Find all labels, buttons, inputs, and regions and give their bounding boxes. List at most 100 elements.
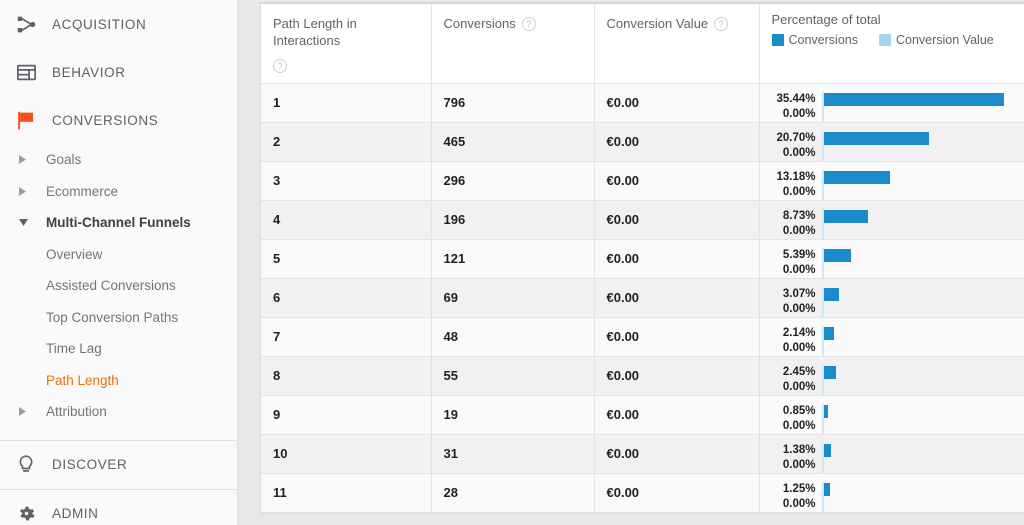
sidebar-item-time-lag[interactable]: Time Lag — [0, 333, 237, 365]
pct-conversion-value-label: 0.00% — [782, 303, 816, 315]
sidebar-item-conversions[interactable]: CONVERSIONS — [0, 96, 237, 144]
sidebar-item-label: CONVERSIONS — [52, 112, 159, 128]
sidebar-item-label: DISCOVER — [52, 457, 128, 472]
cell-percentage-of-total: 1.25% 0.00% — [759, 473, 1024, 513]
sidebar-item-ecommerce[interactable]: Ecommerce — [0, 176, 237, 208]
cell-percentage-of-total: 35.44% 0.00% — [759, 83, 1024, 123]
chevron-right-icon — [0, 407, 34, 417]
pct-conversion-value-label: 0.00% — [782, 147, 816, 159]
column-header-percentage-of-total: Percentage of total Conversions Conversi… — [759, 4, 1024, 84]
bar-chart-cell — [821, 131, 1024, 161]
table-row[interactable]: 3 296 €0.00 13.18% 0.00% — [261, 161, 1024, 201]
cell-conversion-value: €0.00 — [594, 83, 760, 123]
legend-item-conversions[interactable]: Conversions — [771, 33, 858, 47]
table-row[interactable]: 8 55 €0.00 2.45% 0.00% — [261, 356, 1024, 396]
bar-chart-cell — [821, 287, 1024, 317]
cell-path-length: 4 — [261, 200, 432, 240]
table-row[interactable]: 2 465 €0.00 20.70% 0.00% — [261, 122, 1024, 162]
pct-conversions-label: 1.25% — [782, 483, 816, 495]
cell-conversions: 69 — [431, 278, 595, 318]
share-nodes-icon — [6, 14, 46, 35]
cell-conversions: 796 — [431, 83, 595, 123]
sidebar-item-label: ADMIN — [52, 506, 99, 521]
sidebar-item-acquisition[interactable]: ACQUISITION — [0, 0, 237, 48]
sidebar-item-discover[interactable]: DISCOVER — [0, 441, 237, 489]
table-row[interactable]: 6 69 €0.00 3.07% 0.00% — [261, 278, 1024, 318]
bar-conversions — [823, 405, 828, 418]
path-length-table: Path Length in Interactions ? Conversion… — [261, 4, 1024, 513]
help-icon[interactable]: ? — [521, 17, 536, 31]
cell-percentage-of-total: 5.39% 0.00% — [759, 239, 1024, 279]
sidebar-item-goals[interactable]: Goals — [0, 144, 237, 176]
sidebar-item-multi-channel-funnels[interactable]: Multi-Channel Funnels — [0, 207, 237, 239]
percentage-of-total-label: Percentage of total — [771, 12, 881, 27]
table-row[interactable]: 4 196 €0.00 8.73% 0.00% — [261, 200, 1024, 240]
sidebar-item-overview[interactable]: Overview — [0, 239, 237, 271]
pct-conversions-label: 35.44% — [776, 93, 816, 105]
column-header-conversion-value[interactable]: Conversion Value ? — [594, 4, 760, 84]
cell-conversions: 48 — [431, 317, 595, 357]
sidebar-item-assisted-conversions[interactable]: Assisted Conversions — [0, 270, 237, 302]
cell-conversions-text: 48 — [443, 329, 458, 344]
legend-label: Conversions — [788, 33, 858, 47]
cell-conversion-value-text: €0.00 — [606, 251, 640, 266]
sidebar-item-behavior[interactable]: BEHAVIOR — [0, 48, 237, 96]
sidebar-item-label: BEHAVIOR — [52, 64, 126, 80]
table-row[interactable]: 12+122€0.005.43%0.00% — [261, 512, 1024, 513]
table-row[interactable]: 7 48 €0.00 2.14% 0.00% — [261, 317, 1024, 357]
bar-chart-cell — [821, 248, 1024, 278]
cell-percentage-of-total: 2.45% 0.00% — [759, 356, 1024, 396]
cell-conversions-text: 296 — [443, 173, 466, 188]
column-header-label: Path Length in Interactions — [273, 16, 357, 48]
legend-swatch-conversion-value — [878, 34, 891, 46]
help-icon[interactable]: ? — [714, 17, 729, 31]
bar-conversions — [823, 444, 831, 457]
flag-icon — [6, 110, 46, 131]
layout-window-icon — [6, 63, 46, 82]
cell-conversion-value: €0.00 — [594, 239, 760, 279]
cell-conversion-value: €0.00 — [594, 356, 760, 396]
bar-conversions — [823, 132, 929, 145]
bar-conversions — [823, 210, 868, 223]
cell-conversions-text: 19 — [443, 407, 458, 422]
cell-conversion-value-text: €0.00 — [606, 134, 640, 149]
column-header-conversions[interactable]: Conversions ? — [431, 4, 595, 84]
cell-conversions: 121 — [431, 239, 595, 279]
bar-conversions — [823, 366, 836, 379]
cell-path-length-text: 7 — [273, 329, 281, 344]
cell-conversions: 19 — [431, 395, 595, 435]
sidebar-item-admin[interactable]: ADMIN — [0, 490, 237, 525]
cell-percentage-of-total: 1.38% 0.00% — [759, 434, 1024, 474]
help-icon[interactable]: ? — [273, 59, 287, 73]
sidebar-item-label: Assisted Conversions — [46, 278, 176, 294]
table-row[interactable]: 11 28 €0.00 1.25% 0.00% — [261, 473, 1024, 513]
pct-conversion-value-label: 0.00% — [782, 342, 816, 354]
table-row[interactable]: 10 31 €0.00 1.38% 0.00% — [261, 434, 1024, 474]
sidebar-item-path-length[interactable]: Path Length — [0, 365, 237, 397]
sidebar-item-top-conversion-paths[interactable]: Top Conversion Paths — [0, 302, 237, 334]
sidebar-item-label: Top Conversion Paths — [46, 309, 179, 325]
cell-conversions-text: 28 — [443, 485, 458, 500]
bar-conversions — [823, 249, 851, 262]
table-row[interactable]: 1 796 €0.00 35.44% 0.00% — [261, 83, 1024, 123]
table-row[interactable]: 9 19 €0.00 0.85% 0.00% — [261, 395, 1024, 435]
cell-conversion-value-text: €0.00 — [606, 95, 640, 110]
sidebar-item-attribution[interactable]: Attribution — [0, 396, 237, 428]
legend-swatch-conversions — [771, 34, 784, 46]
table-row[interactable]: 5 121 €0.00 5.39% 0.00% — [261, 239, 1024, 279]
cell-percentage-of-total: 0.85% 0.00% — [759, 395, 1024, 435]
pct-conversion-value-label: 0.00% — [782, 225, 816, 237]
pct-conversion-value-label: 0.00% — [782, 459, 816, 471]
bar-chart-cell — [821, 326, 1024, 356]
cell-conversions: 122 — [431, 512, 595, 513]
cell-conversions: 196 — [431, 200, 595, 240]
analytics-app: ACQUISITION BEHAVIOR CONVERSIONS Goals E… — [0, 0, 1024, 525]
column-header-path-length[interactable]: Path Length in Interactions ? — [261, 4, 432, 84]
pct-conversions-label: 8.73% — [782, 210, 816, 222]
pct-conversions-label: 13.18% — [776, 171, 816, 183]
bar-conversions — [823, 93, 1004, 106]
bar-chart-cell — [821, 404, 1024, 434]
bar-chart-cell — [821, 443, 1024, 473]
legend-item-conversion-value[interactable]: Conversion Value — [878, 33, 994, 47]
sidebar-item-label: Multi-Channel Funnels — [46, 215, 191, 231]
